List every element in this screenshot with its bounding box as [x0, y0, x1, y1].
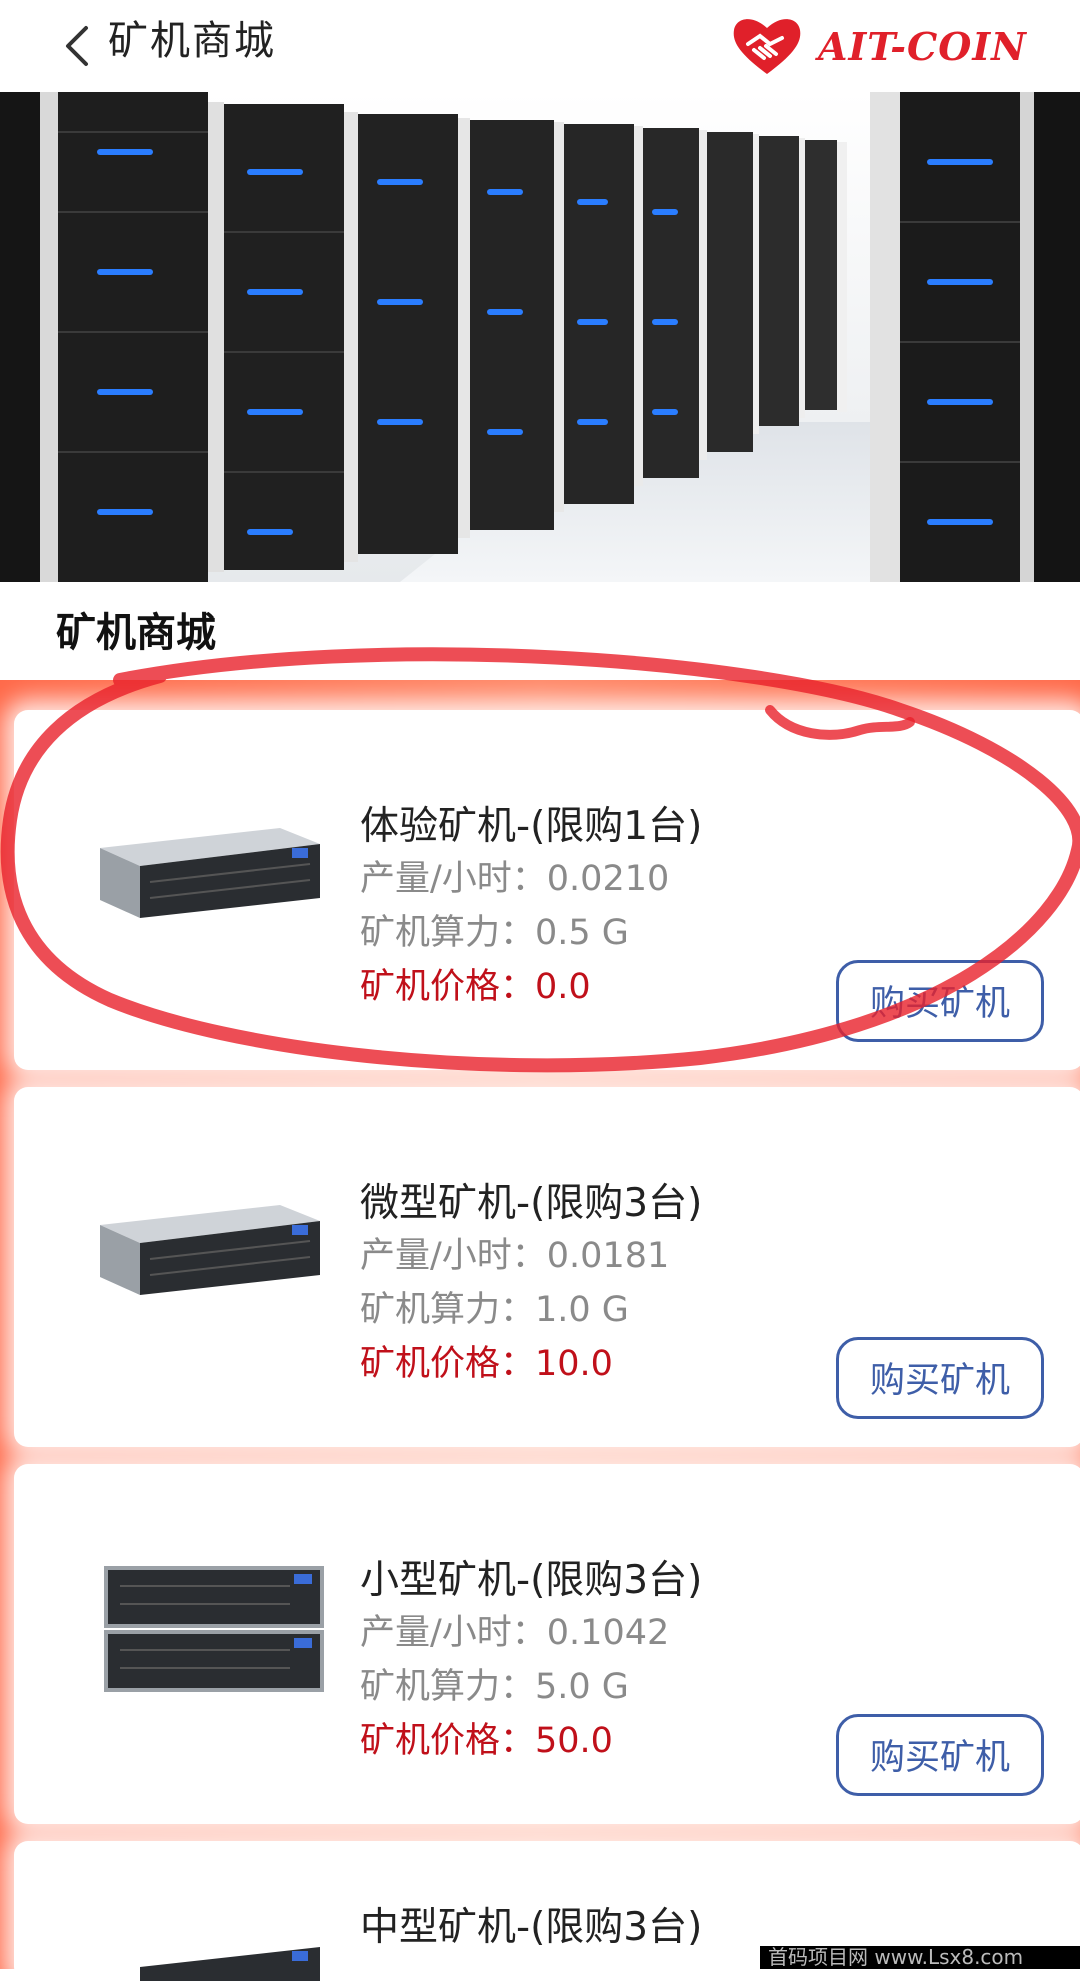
product-card: 微型矿机-(限购3台) 产量/小时：0.0181 矿机算力：1.0 G 矿机价格… [14, 1087, 1080, 1447]
miner-name: 中型矿机-(限购3台) [360, 1905, 703, 1950]
hashrate: 矿机算力：0.5 G [360, 913, 629, 953]
output-per-hour: 产量/小时：0.1042 [360, 1613, 670, 1653]
logo-text: AIT-COIN [818, 24, 1027, 69]
miner-name: 体验矿机-(限购1台) [360, 804, 703, 849]
section-title: 矿机商城 [56, 610, 216, 656]
price: 矿机价格：0.0 [360, 967, 591, 1007]
miner-image [100, 1205, 320, 1295]
back-icon[interactable] [58, 20, 98, 72]
price: 矿机价格：50.0 [360, 1721, 613, 1761]
buy-miner-button[interactable]: 购买矿机 [836, 960, 1044, 1042]
app-header: 矿机商城 AIT-COIN [0, 0, 1080, 92]
price: 矿机价格：10.0 [360, 1344, 613, 1384]
page-title: 矿机商城 [108, 18, 276, 64]
buy-miner-button[interactable]: 购买矿机 [836, 1337, 1044, 1419]
miner-name: 微型矿机-(限购3台) [360, 1181, 703, 1226]
hashrate: 矿机算力：5.0 G [360, 1667, 629, 1707]
miner-name: 小型矿机-(限购3台) [360, 1558, 703, 1603]
server-room-illustration [0, 92, 1080, 582]
output-per-hour: 产量/小时：0.0210 [360, 859, 670, 899]
heart-handshake-icon [733, 19, 801, 74]
product-list: 体验矿机-(限购1台) 产量/小时：0.0210 矿机算力：0.5 G 矿机价格… [0, 680, 1080, 1981]
product-card: 体验矿机-(限购1台) 产量/小时：0.0210 矿机算力：0.5 G 矿机价格… [14, 710, 1080, 1070]
product-card: 小型矿机-(限购3台) 产量/小时：0.1042 矿机算力：5.0 G 矿机价格… [14, 1464, 1080, 1824]
buy-miner-button[interactable]: 购买矿机 [836, 1714, 1044, 1796]
output-per-hour: 产量/小时：0.0181 [360, 1236, 670, 1276]
watermark: 首码项目网 www.Lsx8.com [760, 1946, 1080, 1969]
miner-image [100, 828, 320, 918]
miner-image [140, 1947, 320, 1981]
miner-image [104, 1566, 324, 1692]
hashrate: 矿机算力：1.0 G [360, 1290, 629, 1330]
ait-coin-logo: AIT-COIN [730, 14, 1050, 78]
datacenter-banner-image [0, 92, 1080, 582]
